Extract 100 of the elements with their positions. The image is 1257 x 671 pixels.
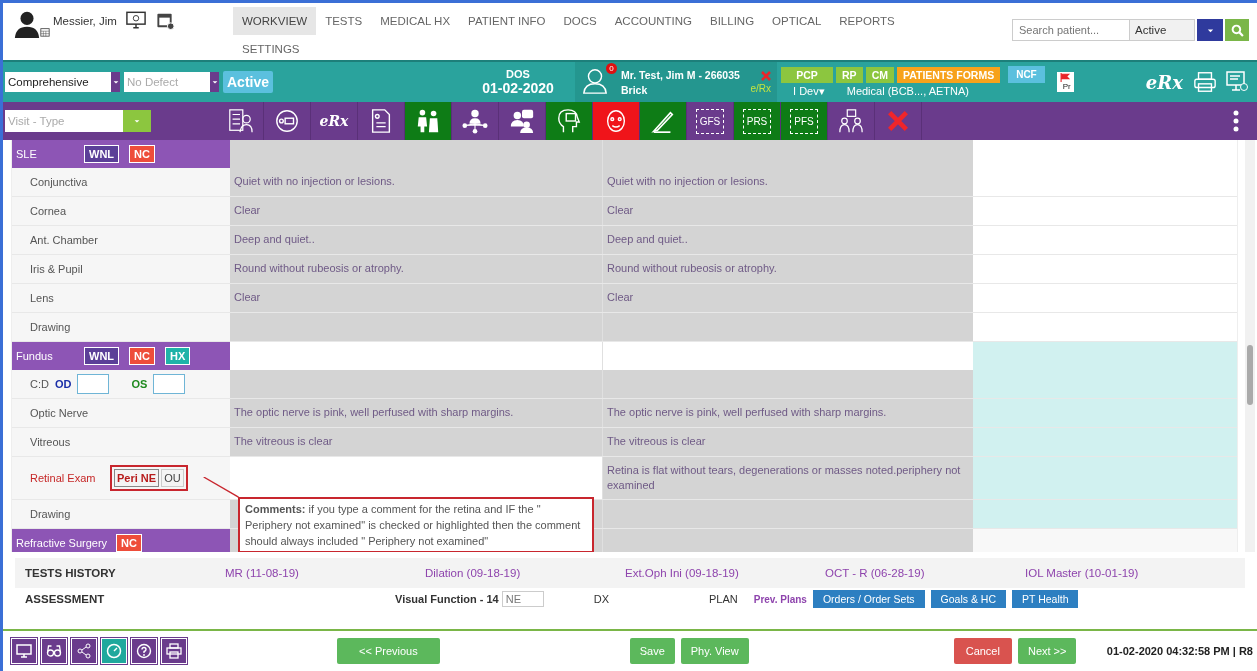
flag-icon: [1059, 73, 1071, 82]
nav-tab[interactable]: ACCOUNTING: [605, 7, 701, 35]
toolbar-button[interactable]: [640, 102, 687, 140]
exam-toggle-button[interactable]: NC: [129, 145, 155, 163]
exam-toggle-button[interactable]: WNL: [84, 145, 120, 163]
test-history-link[interactable]: Ext.Oph Ini (09-18-19): [625, 567, 825, 579]
prev-plans-link[interactable]: Prev. Plans: [753, 593, 807, 605]
os-finding: The vitreous is clear: [606, 434, 707, 449]
test-history-link[interactable]: OCT - R (06-28-19): [825, 567, 1025, 579]
scrollbar[interactable]: [1245, 140, 1255, 552]
people-chat-icon: [509, 108, 535, 134]
help-button[interactable]: [131, 638, 157, 664]
os-finding: Deep and quiet..: [606, 232, 689, 247]
patient-name[interactable]: Mr. Test, Jim M - 266035: [621, 68, 740, 81]
patient-location: Brick: [621, 83, 649, 96]
nav-tab[interactable]: WORKVIEW: [233, 7, 317, 35]
nav-tab[interactable]: OPTICAL: [763, 7, 831, 35]
toolbar-button[interactable]: PFS: [781, 102, 828, 140]
exam-label: Retinal Exam: [30, 472, 97, 484]
dos-label: DOS: [506, 68, 530, 80]
share-button[interactable]: [71, 638, 97, 664]
exam-toggle-button[interactable]: NC: [129, 347, 155, 365]
comment-callout: Comments: if you type a comment for the retina and IF the " Periphery not examined" is checked or highlighted then the comment should always included " Periphery not examined": [238, 497, 594, 552]
cd-input-field[interactable]: [77, 374, 110, 394]
exam-label: Drawing: [30, 508, 72, 520]
section-title: TESTS HISTORY: [25, 567, 117, 579]
printer-icon[interactable]: [1193, 70, 1217, 94]
checklist-person-icon: [227, 108, 253, 134]
eye-device-icon: [274, 108, 300, 134]
leader-line: [202, 477, 242, 499]
dos-date: 01-02-2020: [482, 80, 554, 96]
person-outline-icon[interactable]: [581, 67, 610, 95]
exam-label: Ant. Chamber: [30, 234, 99, 246]
od-finding: The vitreous is clear: [233, 434, 334, 449]
section-header: Refractive Surgery NC: [12, 529, 230, 552]
glasses-button[interactable]: [41, 638, 67, 664]
test-history-link[interactable]: IOL Master (10-01-19): [1025, 567, 1225, 579]
caret-icon[interactable]: [210, 72, 219, 92]
cancel-button[interactable]: Cancel: [953, 638, 1012, 664]
plan-label: PLAN: [709, 593, 738, 605]
avatar-icon: [13, 9, 41, 39]
plan-button[interactable]: PT Health: [1012, 590, 1079, 608]
exam-label: C:D: [30, 378, 49, 390]
option-toggle[interactable]: OU: [161, 469, 184, 487]
status-badge: Active: [223, 71, 274, 93]
od-finding: The optic nerve is pink, well perfused with sharp margins.: [233, 405, 515, 420]
visual-function-label: Visual Function - 14: [395, 593, 499, 605]
erx-logo[interactable]: eRx: [1145, 71, 1183, 93]
visual-function-field[interactable]: NE: [501, 591, 544, 607]
toolbar-button[interactable]: [546, 102, 593, 140]
plan-button[interactable]: Goals & HC: [930, 590, 1006, 608]
toolbar-button[interactable]: PRS: [734, 102, 781, 140]
monitor-button[interactable]: [11, 638, 37, 664]
search-field[interactable]: Search patient...: [1012, 19, 1130, 41]
option-toggle[interactable]: Peri NE: [114, 469, 160, 487]
monitor-icon: [16, 643, 32, 659]
template-select[interactable]: Comprehensive: [5, 72, 111, 92]
dx-label: DX: [593, 593, 609, 605]
network-person-icon: [462, 108, 488, 134]
plan-button[interactable]: Orders / Order Sets: [812, 590, 925, 608]
test-history-link[interactable]: MR (11-08-19): [225, 567, 425, 579]
exam-label: Lens: [30, 292, 55, 304]
more-menu-icon[interactable]: [1233, 109, 1239, 133]
monitor-info-icon[interactable]: [1225, 70, 1249, 94]
scrollbar-thumb[interactable]: [1247, 345, 1254, 405]
nav-tab[interactable]: SETTINGS: [233, 35, 309, 63]
toolbar-button[interactable]: [405, 102, 452, 140]
cd-input-field[interactable]: [153, 374, 186, 394]
share-icon: [76, 643, 92, 659]
eye-label: OD: [54, 378, 72, 390]
gauge-icon: [106, 643, 122, 659]
toolbar-button[interactable]: [593, 102, 640, 140]
caret-icon[interactable]: [111, 72, 120, 92]
head-book-icon: [556, 108, 582, 134]
nav-tab[interactable]: MEDICAL HX: [371, 7, 460, 35]
os-finding: Quiet with no injection or lesions.: [606, 174, 769, 189]
os-finding: The optic nerve is pink, well perfused with sharp margins.: [606, 405, 888, 420]
exam-toggle-button[interactable]: NC: [116, 534, 142, 552]
exam-label: Vitreous: [30, 436, 72, 448]
os-finding: Retina is flat without tears, degenerations or masses noted.periphery not examined: [606, 463, 962, 493]
exam-toggle-button[interactable]: WNL: [84, 347, 120, 365]
nav-tab[interactable]: REPORTS: [830, 7, 904, 35]
section-title: ASSESSMENT: [25, 593, 106, 605]
od-finding: Quiet with no injection or lesions.: [233, 174, 396, 189]
monitor-icon[interactable]: [125, 11, 146, 30]
printer-icon: [166, 643, 182, 659]
flag-button[interactable]: Pr: [1056, 72, 1074, 92]
nav-tab[interactable]: TESTS: [316, 7, 372, 35]
status-select[interactable]: Active: [1130, 19, 1195, 41]
test-history-link[interactable]: Dilation (09-18-19): [425, 567, 625, 579]
calendar-check-icon[interactable]: [154, 11, 175, 30]
insurance-label: Medical (BCB..., AETNA): [846, 84, 969, 98]
nav-tab[interactable]: DOCS: [554, 7, 606, 35]
exam-label: Drawing: [30, 321, 72, 333]
provider-select[interactable]: I Dev▾: [793, 84, 825, 98]
nav-tab[interactable]: PATIENT INFO: [459, 7, 555, 35]
user-name: Messier, Jim: [53, 15, 117, 27]
print-button[interactable]: [161, 638, 187, 664]
calendar-icon[interactable]: [40, 27, 50, 37]
nav-tab[interactable]: BILLING: [700, 7, 764, 35]
